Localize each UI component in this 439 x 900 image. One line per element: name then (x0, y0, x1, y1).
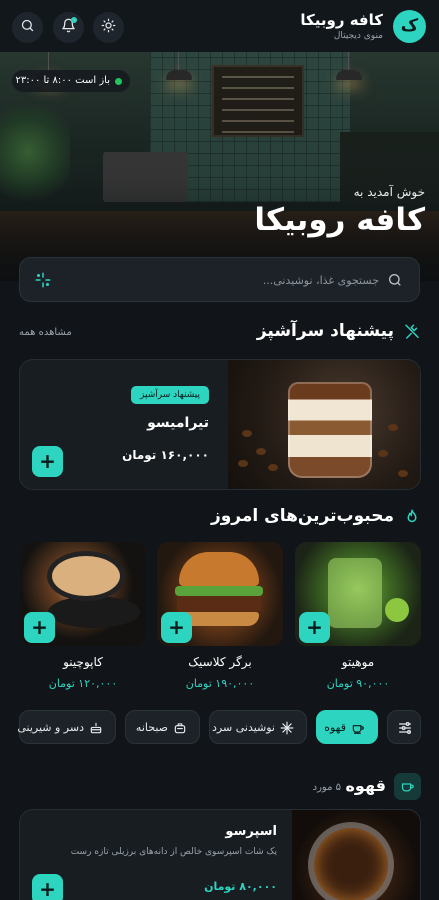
chef-badge: پیشنهاد سرآشپز (131, 386, 209, 404)
category-label: نوشیدنی سرد (212, 721, 275, 734)
espresso-image (292, 810, 420, 900)
popular-card-burger[interactable]: + (157, 542, 283, 646)
category-label: قهوه (324, 721, 346, 734)
hero-banner: باز است ۸:۰۰ تا ۲۳:۰۰ خوش آمدید به کافه … (0, 52, 439, 281)
theme-toggle-button[interactable] (93, 12, 124, 43)
coffee-cup-icon (351, 721, 365, 735)
top-bar: ک کافه روبیکا منوی دیجیتال (0, 0, 439, 52)
sparkle-filter-icon[interactable] (34, 271, 52, 289)
category-chip-desserts[interactable]: دسر و شیرینی (17, 710, 116, 744)
snowflake-icon (280, 721, 294, 735)
search-icon (387, 272, 403, 288)
open-status-text: باز است ۸:۰۰ تا ۲۳:۰۰ (15, 75, 110, 86)
popular-card-mojito[interactable]: + (295, 542, 421, 646)
flame-icon (403, 508, 421, 526)
hero-title: کافه روبیکا (254, 202, 425, 238)
add-to-cart-button[interactable]: + (32, 874, 63, 900)
notification-dot (71, 17, 77, 23)
brand-logo[interactable]: ک (393, 10, 426, 43)
chef-item-name: تیرامیسو (147, 415, 209, 431)
popular-item-name: برگر کلاسیک (188, 655, 252, 669)
welcome-text: خوش آمدید به (353, 185, 425, 199)
add-to-cart-button[interactable]: + (24, 612, 55, 643)
brand-subtitle: منوی دیجیتال (333, 31, 383, 41)
popular-item-name: موهیتو (341, 655, 375, 669)
coffee-item-count: ۵ مورد (312, 782, 341, 793)
sun-icon (101, 18, 116, 37)
popular-item-name: کاپوچینو (63, 655, 103, 669)
coffee-section-badge (394, 773, 421, 800)
popular-item-price: ۱۲۰,۰۰۰ تومان (48, 677, 118, 690)
cake-icon (89, 721, 103, 735)
open-status-pill: باز است ۸:۰۰ تا ۲۳:۰۰ (12, 70, 130, 92)
view-all-link[interactable]: مشاهده همه (19, 327, 72, 338)
tiramisu-image (228, 360, 420, 489)
coffee-section-title: قهوه (345, 776, 386, 795)
category-chip-cold-drinks[interactable]: نوشیدنی سرد (209, 710, 307, 744)
chef-knife-fork-icon (403, 323, 421, 341)
popular-item-price: ۱۹۰,۰۰۰ تومان (185, 677, 255, 690)
menu-item-name: اسپرسو (225, 824, 277, 839)
chef-suggestion-card[interactable]: پیشنهاد سرآشپز تیرامیسو ۱۶۰,۰۰۰ تومان + (19, 359, 421, 490)
brand-name: کافه روبیکا (300, 11, 383, 29)
add-to-cart-button[interactable]: + (32, 446, 63, 477)
category-chip-coffee[interactable]: قهوه (316, 710, 378, 744)
menu-item-price: ۸۰,۰۰۰ تومان (204, 880, 277, 893)
chef-item-price: ۱۶۰,۰۰۰ تومان (122, 448, 209, 462)
menu-item-description: یک شات اسپرسوی خالص از دانه‌های برزیلی ت… (70, 847, 277, 857)
search-input[interactable] (79, 268, 379, 292)
chef-section-title: پیشنهاد سرآشپز (256, 321, 394, 341)
popular-item-price: ۹۰,۰۰۰ تومان (326, 677, 390, 690)
search-icon (20, 18, 35, 37)
category-chip-breakfast[interactable]: صبحانه (125, 710, 200, 744)
notifications-button[interactable] (53, 12, 84, 43)
toaster-icon (173, 721, 187, 735)
filter-settings-button[interactable] (387, 710, 421, 744)
popular-card-cappuccino[interactable]: + (20, 542, 146, 646)
popular-section-title: محبوب‌ترین‌های امروز (210, 506, 394, 526)
open-status-dot (115, 78, 122, 85)
category-label: دسر و شیرینی (17, 721, 84, 734)
search-bar (19, 257, 420, 302)
menu-item-card[interactable]: اسپرسو یک شات اسپرسوی خالص از دانه‌های ب… (19, 809, 421, 900)
add-to-cart-button[interactable]: + (299, 612, 330, 643)
search-button[interactable] (12, 12, 43, 43)
category-label: صبحانه (135, 721, 168, 734)
add-to-cart-button[interactable]: + (161, 612, 192, 643)
